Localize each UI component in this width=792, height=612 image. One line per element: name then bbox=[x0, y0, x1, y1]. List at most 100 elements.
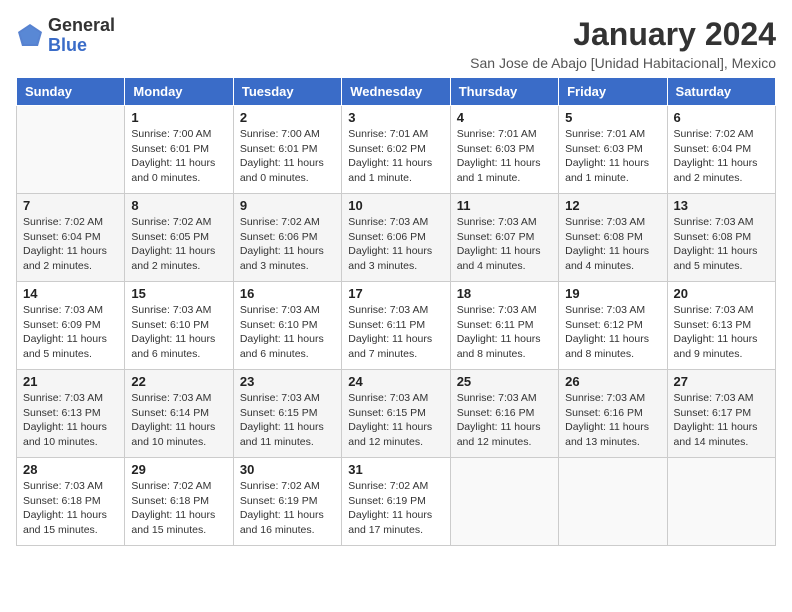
calendar-week-2: 7Sunrise: 7:02 AMSunset: 6:04 PMDaylight… bbox=[17, 194, 776, 282]
day-number: 20 bbox=[674, 286, 769, 301]
calendar-day-10: 10 Sunrise: 7:03 AMSunset: 6:06 PMDayligh… bbox=[342, 194, 450, 282]
page-header: General Blue January 2024 San Jose de Ab… bbox=[16, 16, 776, 71]
day-info: Sunrise: 7:03 AMSunset: 6:17 PMDaylight:… bbox=[674, 391, 769, 450]
day-number: 17 bbox=[348, 286, 443, 301]
header-sunday: Sunday bbox=[17, 78, 125, 106]
day-number: 23 bbox=[240, 374, 335, 389]
day-number: 12 bbox=[565, 198, 660, 213]
day-info: Sunrise: 7:00 AMSunset: 6:01 PMDaylight:… bbox=[131, 127, 226, 186]
day-info: Sunrise: 7:03 AMSunset: 6:15 PMDaylight:… bbox=[240, 391, 335, 450]
day-info: Sunrise: 7:03 AMSunset: 6:18 PMDaylight:… bbox=[23, 479, 118, 538]
empty-cell bbox=[17, 106, 125, 194]
month-title: January 2024 bbox=[470, 16, 776, 53]
title-area: January 2024 San Jose de Abajo [Unidad H… bbox=[470, 16, 776, 71]
day-info: Sunrise: 7:03 AMSunset: 6:14 PMDaylight:… bbox=[131, 391, 226, 450]
day-info: Sunrise: 7:03 AMSunset: 6:10 PMDaylight:… bbox=[131, 303, 226, 362]
day-info: Sunrise: 7:03 AMSunset: 6:07 PMDaylight:… bbox=[457, 215, 552, 274]
day-info: Sunrise: 7:01 AMSunset: 6:02 PMDaylight:… bbox=[348, 127, 443, 186]
day-number: 25 bbox=[457, 374, 552, 389]
day-info: Sunrise: 7:03 AMSunset: 6:11 PMDaylight:… bbox=[457, 303, 552, 362]
calendar-week-5: 28 Sunrise: 7:03 AMSunset: 6:18 PMDayligh… bbox=[17, 458, 776, 546]
calendar-day-25: 25 Sunrise: 7:03 AMSunset: 6:16 PMDayligh… bbox=[450, 370, 558, 458]
header-saturday: Saturday bbox=[667, 78, 775, 106]
day-info: Sunrise: 7:03 AMSunset: 6:08 PMDaylight:… bbox=[565, 215, 660, 274]
logo: General Blue bbox=[16, 16, 115, 56]
calendar-day-18: 18Sunrise: 7:03 AMSunset: 6:11 PMDayligh… bbox=[450, 282, 558, 370]
calendar-day-9: 9 Sunrise: 7:02 AMSunset: 6:06 PMDaylight… bbox=[233, 194, 341, 282]
calendar-day-4: 4 Sunrise: 7:01 AMSunset: 6:03 PMDaylight… bbox=[450, 106, 558, 194]
day-info: Sunrise: 7:03 AMSunset: 6:13 PMDaylight:… bbox=[23, 391, 118, 450]
day-number: 5 bbox=[565, 110, 660, 125]
calendar-day-6: 6 Sunrise: 7:02 AMSunset: 6:04 PMDaylight… bbox=[667, 106, 775, 194]
location-subtitle: San Jose de Abajo [Unidad Habitacional],… bbox=[470, 55, 776, 71]
calendar-day-23: 23 Sunrise: 7:03 AMSunset: 6:15 PMDayligh… bbox=[233, 370, 341, 458]
day-number: 14 bbox=[23, 286, 118, 301]
calendar-day-20: 20 Sunrise: 7:03 AMSunset: 6:13 PMDayligh… bbox=[667, 282, 775, 370]
calendar-week-1: 1 Sunrise: 7:00 AMSunset: 6:01 PMDaylight… bbox=[17, 106, 776, 194]
day-info: Sunrise: 7:02 AMSunset: 6:06 PMDaylight:… bbox=[240, 215, 335, 274]
day-number: 9 bbox=[240, 198, 335, 213]
day-number: 13 bbox=[674, 198, 769, 213]
day-info: Sunrise: 7:02 AMSunset: 6:05 PMDaylight:… bbox=[131, 215, 226, 274]
calendar-day-16: 16Sunrise: 7:03 AMSunset: 6:10 PMDayligh… bbox=[233, 282, 341, 370]
day-info: Sunrise: 7:02 AMSunset: 6:04 PMDaylight:… bbox=[674, 127, 769, 186]
day-number: 4 bbox=[457, 110, 552, 125]
day-number: 27 bbox=[674, 374, 769, 389]
empty-cell bbox=[667, 458, 775, 546]
day-number: 15 bbox=[131, 286, 226, 301]
calendar-day-27: 27 Sunrise: 7:03 AMSunset: 6:17 PMDayligh… bbox=[667, 370, 775, 458]
day-info: Sunrise: 7:01 AMSunset: 6:03 PMDaylight:… bbox=[457, 127, 552, 186]
day-number: 22 bbox=[131, 374, 226, 389]
day-info: Sunrise: 7:01 AMSunset: 6:03 PMDaylight:… bbox=[565, 127, 660, 186]
logo-blue: Blue bbox=[48, 35, 87, 55]
day-info: Sunrise: 7:03 AMSunset: 6:16 PMDaylight:… bbox=[565, 391, 660, 450]
day-number: 1 bbox=[131, 110, 226, 125]
day-number: 10 bbox=[348, 198, 443, 213]
calendar-day-28: 28 Sunrise: 7:03 AMSunset: 6:18 PMDayligh… bbox=[17, 458, 125, 546]
calendar-day-22: 22 Sunrise: 7:03 AMSunset: 6:14 PMDayligh… bbox=[125, 370, 233, 458]
day-info: Sunrise: 7:03 AMSunset: 6:11 PMDaylight:… bbox=[348, 303, 443, 362]
day-number: 19 bbox=[565, 286, 660, 301]
calendar-day-30: 30Sunrise: 7:02 AMSunset: 6:19 PMDayligh… bbox=[233, 458, 341, 546]
day-number: 3 bbox=[348, 110, 443, 125]
day-number: 16 bbox=[240, 286, 335, 301]
day-info: Sunrise: 7:02 AMSunset: 6:19 PMDaylight:… bbox=[348, 479, 443, 538]
day-info: Sunrise: 7:03 AMSunset: 6:15 PMDaylight:… bbox=[348, 391, 443, 450]
calendar-day-31: 31 Sunrise: 7:02 AMSunset: 6:19 PMDayligh… bbox=[342, 458, 450, 546]
day-number: 7 bbox=[23, 198, 118, 213]
day-info: Sunrise: 7:03 AMSunset: 6:08 PMDaylight:… bbox=[674, 215, 769, 274]
calendar-week-4: 21Sunrise: 7:03 AMSunset: 6:13 PMDayligh… bbox=[17, 370, 776, 458]
calendar-day-3: 3 Sunrise: 7:01 AMSunset: 6:02 PMDaylight… bbox=[342, 106, 450, 194]
day-info: Sunrise: 7:03 AMSunset: 6:12 PMDaylight:… bbox=[565, 303, 660, 362]
header-tuesday: Tuesday bbox=[233, 78, 341, 106]
calendar-day-15: 15 Sunrise: 7:03 AMSunset: 6:10 PMDayligh… bbox=[125, 282, 233, 370]
day-number: 28 bbox=[23, 462, 118, 477]
header-monday: Monday bbox=[125, 78, 233, 106]
logo-general: General bbox=[48, 15, 115, 35]
calendar-day-8: 8 Sunrise: 7:02 AMSunset: 6:05 PMDaylight… bbox=[125, 194, 233, 282]
header-wednesday: Wednesday bbox=[342, 78, 450, 106]
calendar-table: SundayMondayTuesdayWednesdayThursdayFrid… bbox=[16, 77, 776, 546]
day-info: Sunrise: 7:00 AMSunset: 6:01 PMDaylight:… bbox=[240, 127, 335, 186]
calendar-day-29: 29 Sunrise: 7:02 AMSunset: 6:18 PMDayligh… bbox=[125, 458, 233, 546]
calendar-day-21: 21Sunrise: 7:03 AMSunset: 6:13 PMDayligh… bbox=[17, 370, 125, 458]
day-number: 6 bbox=[674, 110, 769, 125]
day-number: 29 bbox=[131, 462, 226, 477]
calendar-week-3: 14Sunrise: 7:03 AMSunset: 6:09 PMDayligh… bbox=[17, 282, 776, 370]
day-info: Sunrise: 7:03 AMSunset: 6:16 PMDaylight:… bbox=[457, 391, 552, 450]
day-info: Sunrise: 7:03 AMSunset: 6:06 PMDaylight:… bbox=[348, 215, 443, 274]
day-info: Sunrise: 7:02 AMSunset: 6:18 PMDaylight:… bbox=[131, 479, 226, 538]
day-number: 24 bbox=[348, 374, 443, 389]
day-number: 11 bbox=[457, 198, 552, 213]
calendar-day-7: 7Sunrise: 7:02 AMSunset: 6:04 PMDaylight… bbox=[17, 194, 125, 282]
day-number: 31 bbox=[348, 462, 443, 477]
day-number: 2 bbox=[240, 110, 335, 125]
empty-cell bbox=[559, 458, 667, 546]
empty-cell bbox=[450, 458, 558, 546]
calendar-day-26: 26Sunrise: 7:03 AMSunset: 6:16 PMDayligh… bbox=[559, 370, 667, 458]
calendar-day-2: 2 Sunrise: 7:00 AMSunset: 6:01 PMDaylight… bbox=[233, 106, 341, 194]
calendar-day-13: 13 Sunrise: 7:03 AMSunset: 6:08 PMDayligh… bbox=[667, 194, 775, 282]
day-info: Sunrise: 7:02 AMSunset: 6:19 PMDaylight:… bbox=[240, 479, 335, 538]
day-info: Sunrise: 7:03 AMSunset: 6:13 PMDaylight:… bbox=[674, 303, 769, 362]
day-number: 8 bbox=[131, 198, 226, 213]
